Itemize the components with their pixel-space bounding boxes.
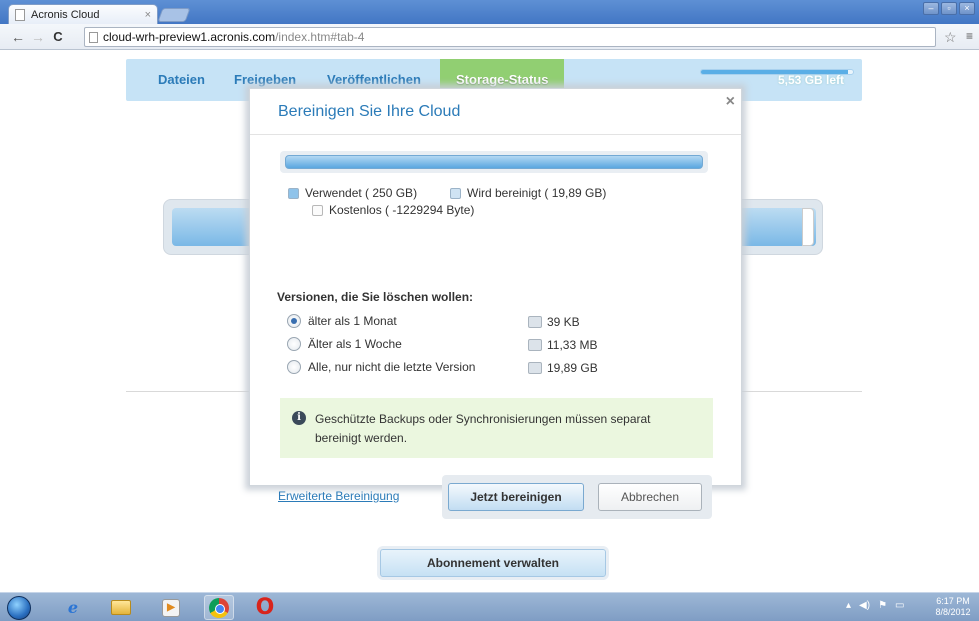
browser-tab[interactable]: Acronis Cloud × [8,4,158,24]
option-label: Älter als 1 Woche [308,337,402,351]
maximize-button[interactable]: ▫ [941,2,957,15]
back-button[interactable]: ← [8,29,28,45]
option-older-1-week[interactable]: Älter als 1 Woche [287,337,402,351]
legend-free: Kostenlos ( -1229294 Byte) [312,203,474,217]
size-value: 11,33 MB [547,338,598,352]
opera-icon[interactable]: O [250,595,280,620]
close-window-button[interactable]: × [959,2,975,15]
reload-button[interactable]: C [48,29,68,44]
clock-time: 6:17 PM [936,596,970,606]
dialog-button-group: Jetzt bereinigen Abbrechen [442,475,712,519]
option-older-1-month[interactable]: älter als 1 Monat [287,314,397,328]
minimize-button[interactable]: – [923,2,939,15]
browser-menu-icon[interactable]: ≡ [966,29,973,43]
clean-now-button[interactable]: Jetzt bereinigen [448,483,584,511]
media-player-icon[interactable]: ▶ [156,595,186,620]
divider [250,134,741,135]
cleanup-dialog: × Bereinigen Sie Ihre Cloud Verwendet ( … [249,88,742,519]
info-text: Geschützte Backups oder Synchronisierung… [315,412,651,445]
dialog-title: Bereinigen Sie Ihre Cloud [278,103,461,120]
system-tray: ▴ ◀) ⚑ ▭ [846,600,904,611]
size-value: 19,89 GB [547,361,598,375]
radio-all-but-last[interactable] [287,360,301,374]
option-label: Alle, nur nicht die letzte Version [308,360,476,374]
size-older-1-week: 11,33 MB [528,338,597,352]
page-icon [89,31,98,43]
browser-titlebar: Acronis Cloud × – ▫ × [0,0,979,24]
legend-free-label: Kostenlos ( -1229294 Byte) [329,203,475,217]
taskbar-clock[interactable]: 6:17 PM 8/8/2012 [930,596,976,618]
volume-icon[interactable]: ◀) [859,600,870,611]
chrome-icon[interactable] [204,595,234,620]
info-icon: i [292,411,306,425]
cancel-button[interactable]: Abbrechen [598,483,702,511]
used-swatch [288,187,299,199]
manage-subscription-button[interactable]: Abonnement verwalten [380,549,606,577]
file-explorer-icon[interactable] [106,595,136,620]
storage-usage-cap [802,208,814,246]
option-all-but-last[interactable]: Alle, nur nicht die letzte Version [287,360,475,374]
size-value: 39 KB [547,315,580,329]
address-bar[interactable]: cloud-wrh-preview1.acronis.com/index.htm… [84,27,936,47]
bookmark-star-icon[interactable]: ☆ [944,29,957,46]
size-chip [528,339,542,351]
radio-older-1-month[interactable] [287,314,301,328]
size-all-but-last: 19,89 GB [528,361,598,375]
legend-cleaning-label: Wird bereinigt ( 19,89 GB) [467,186,607,200]
legend-used-label: Verwendet ( 250 GB) [305,186,418,200]
size-chip [528,316,542,328]
cloud-usage-bar [280,151,708,173]
internet-explorer-icon[interactable]: e [58,595,88,620]
cloud-usage-fill [285,155,703,169]
legend-cleaning: Wird bereinigt ( 19,89 GB) [450,186,606,200]
window-controls: – ▫ × [923,2,975,15]
radio-older-1-week[interactable] [287,337,301,351]
advanced-cleanup-link[interactable]: Erweiterte Bereinigung [278,489,399,503]
info-box: i Geschützte Backups oder Synchronisieru… [280,398,713,458]
tab-close-icon[interactable]: × [145,9,151,21]
close-icon[interactable]: × [726,93,735,111]
clock-date: 8/8/2012 [935,607,971,617]
tab-title: Acronis Cloud [31,8,100,21]
browser-toolbar: ← → C cloud-wrh-preview1.acronis.com/ind… [0,24,979,50]
windows-taskbar: e ▶ O ▴ ◀) ⚑ ▭ 6:17 PM 8/8/2012 [0,592,979,621]
option-label: älter als 1 Monat [308,314,397,328]
network-icon[interactable]: ▭ [895,600,904,611]
play-icon: ▶ [162,598,180,617]
tab-dateien[interactable]: Dateien [158,59,205,101]
url-path: /index.htm#tab-4 [275,30,365,44]
windows-logo-icon [7,595,31,620]
forward-button[interactable]: → [28,29,48,45]
versions-heading: Versionen, die Sie löschen wollen: [277,290,474,304]
start-button[interactable] [4,595,34,620]
free-swatch [312,204,323,216]
size-older-1-month: 39 KB [528,315,580,329]
tray-expand-icon[interactable]: ▴ [846,600,851,611]
chrome-logo-icon [209,597,229,618]
url-host: cloud-wrh-preview1.acronis.com [103,30,276,44]
new-tab-button[interactable] [157,8,191,22]
quota-text: 5,53 GB left [778,73,845,87]
action-center-icon[interactable]: ⚑ [878,600,887,611]
page-icon [15,8,25,21]
size-chip [528,362,542,374]
legend-used: Verwendet ( 250 GB) [288,186,417,200]
folder-icon [111,600,131,615]
cleaning-swatch [450,187,461,199]
